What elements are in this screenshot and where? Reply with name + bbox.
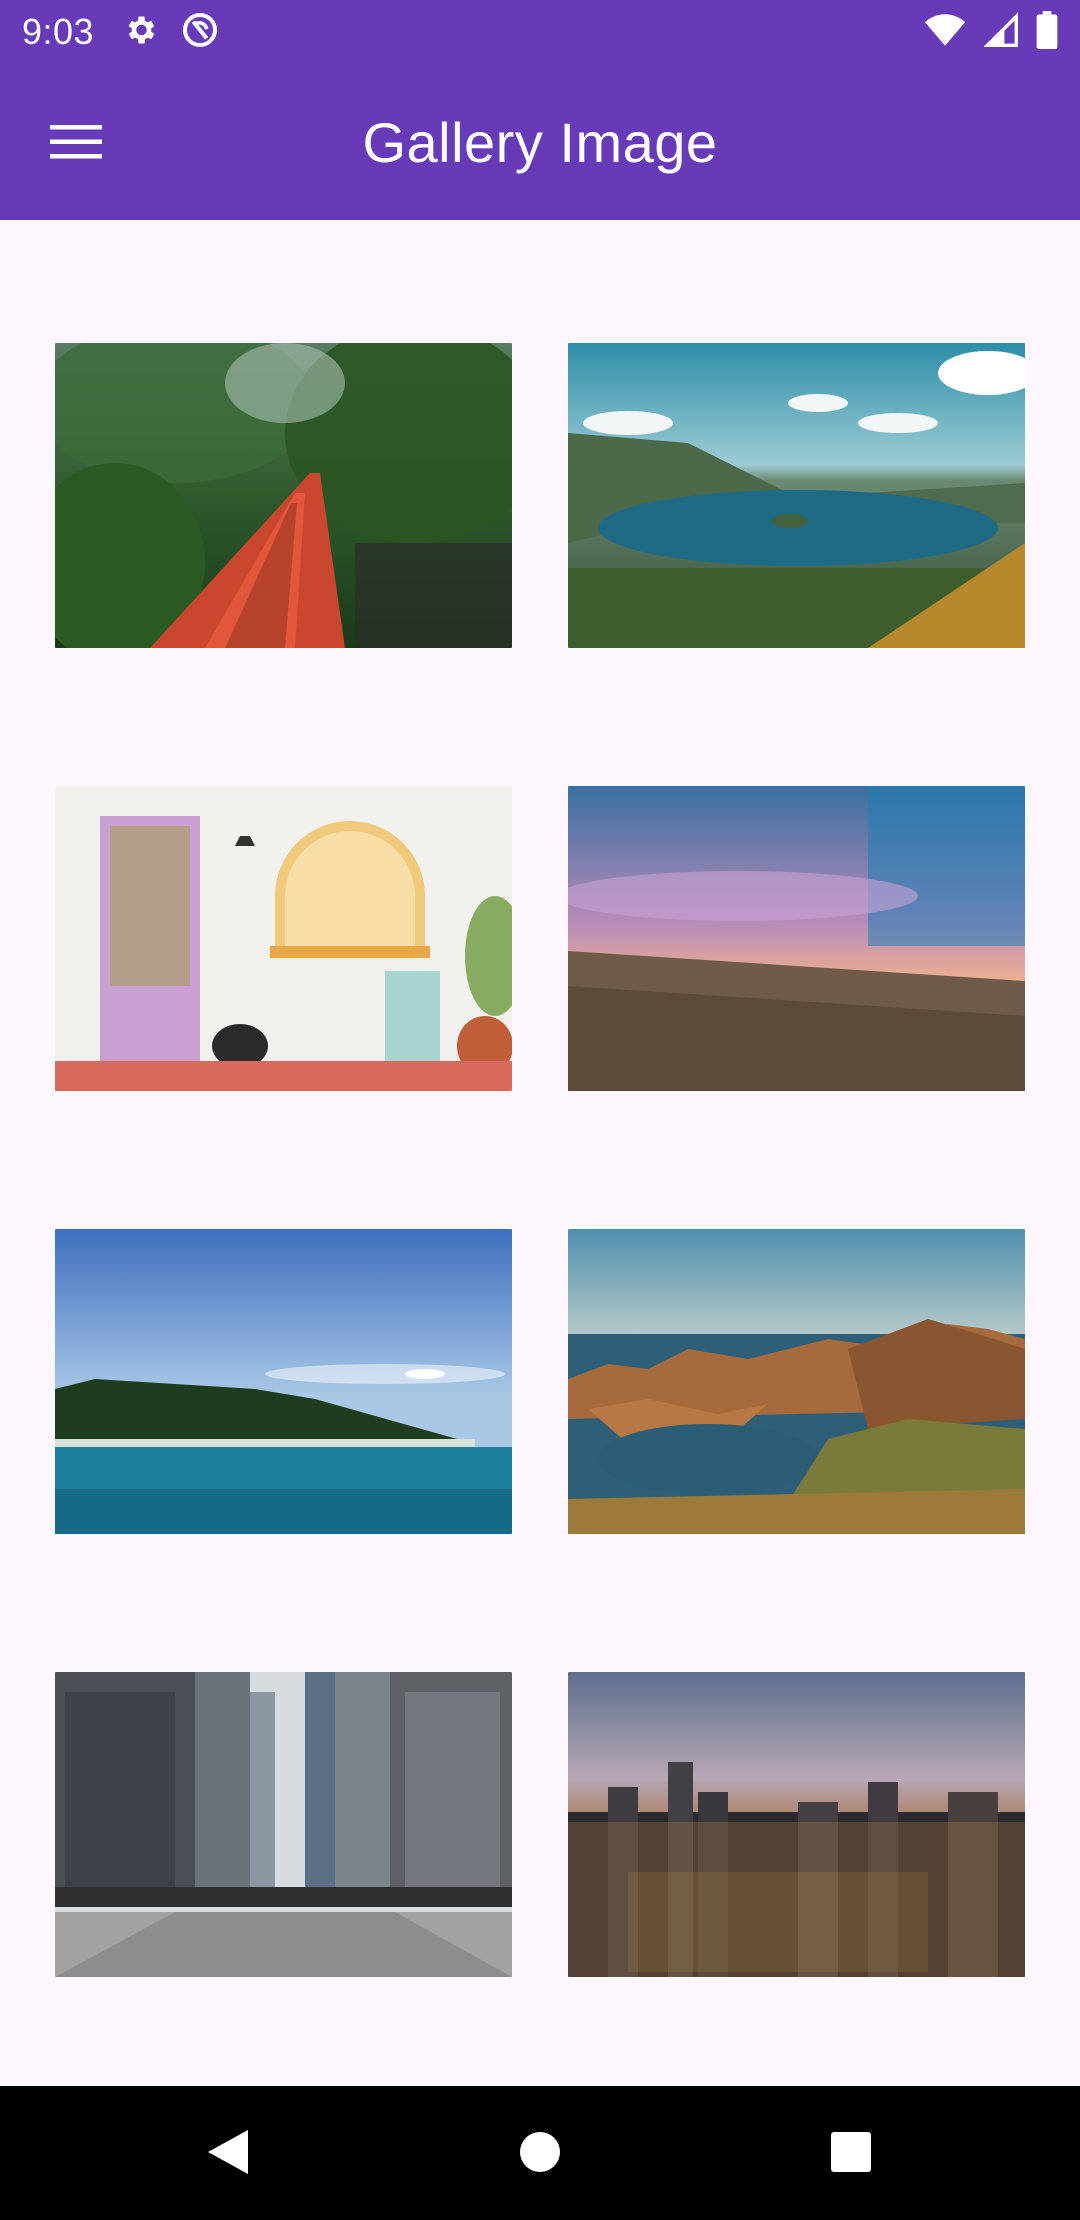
status-bar: 9:03 xyxy=(0,0,1080,64)
app-bar: Gallery Image xyxy=(0,64,1080,220)
gallery-image-8[interactable] xyxy=(568,1672,1025,1977)
back-button[interactable] xyxy=(192,2118,264,2190)
status-left-icons xyxy=(122,10,220,55)
status-right-icons xyxy=(924,10,1058,54)
recents-icon xyxy=(829,2130,873,2179)
status-time: 9:03 xyxy=(22,11,95,52)
recents-button[interactable] xyxy=(815,2118,887,2190)
gallery-image-6[interactable] xyxy=(568,1229,1025,1534)
gallery-image-7[interactable] xyxy=(55,1672,512,1977)
gallery-grid xyxy=(0,220,1080,2086)
gallery-image-5[interactable] xyxy=(55,1229,512,1534)
home-icon xyxy=(518,2130,562,2179)
gallery-image-2[interactable] xyxy=(568,343,1025,648)
gallery-image-1[interactable] xyxy=(55,343,512,648)
app-title: Gallery Image xyxy=(362,110,718,174)
home-button[interactable] xyxy=(504,2118,576,2190)
back-icon xyxy=(206,2128,250,2181)
settings-icon xyxy=(122,12,158,53)
screen: 9:03 Gallery Image xyxy=(0,0,1080,2220)
gallery-image-4[interactable] xyxy=(568,786,1025,1091)
signal-icon xyxy=(983,11,1018,53)
wifi-icon xyxy=(924,12,966,53)
gallery-image-3[interactable] xyxy=(55,786,512,1091)
battery-icon xyxy=(1036,10,1058,54)
sync-icon xyxy=(180,10,220,55)
navigation-bar xyxy=(0,2086,1080,2220)
